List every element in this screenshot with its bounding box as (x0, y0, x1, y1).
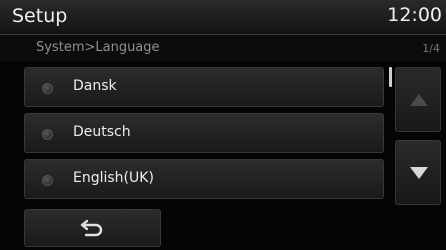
language-label: English(UK) (73, 170, 154, 186)
radio-button[interactable] (42, 83, 53, 94)
language-item-deutsch[interactable]: Deutsch (24, 113, 384, 153)
scroll-up-button[interactable] (395, 67, 441, 132)
page-title: Setup (12, 5, 68, 27)
page-indicator: 1/4 (422, 42, 440, 55)
return-arrow-icon (80, 219, 103, 237)
language-label: Dansk (73, 78, 117, 94)
language-item-english-uk[interactable]: English(UK) (24, 159, 384, 199)
scroll-down-button[interactable] (395, 140, 441, 205)
triangle-up-icon (410, 94, 428, 106)
language-label: Deutsch (73, 124, 131, 140)
clock: 12:00 (387, 4, 442, 26)
triangle-down-icon (410, 167, 428, 179)
radio-button[interactable] (42, 129, 53, 140)
back-button[interactable] (24, 209, 161, 247)
radio-button[interactable] (42, 175, 53, 186)
scrollbar-thumb[interactable] (389, 67, 392, 87)
breadcrumb: System>Language (36, 40, 160, 55)
language-item-dansk[interactable]: Dansk (24, 67, 384, 107)
